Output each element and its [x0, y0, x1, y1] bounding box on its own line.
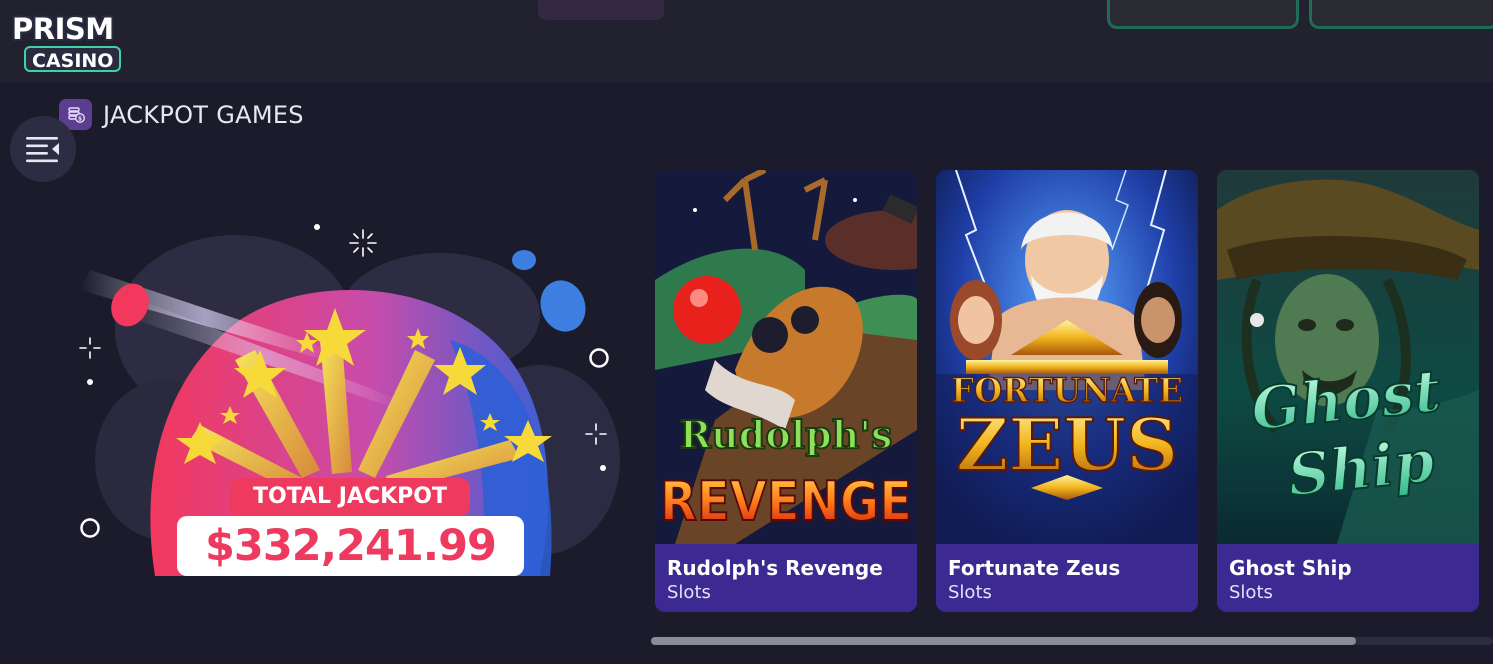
- game-card-rudolphs-revenge[interactable]: Rudolph's REVENGE Rudolph's Revenge Slot…: [655, 170, 917, 612]
- menu-collapse-icon: [26, 137, 59, 163]
- game-thumbnail[interactable]: Ghost Ship: [1217, 170, 1479, 544]
- game-art-title-line2: ZEUS: [956, 402, 1178, 487]
- game-card-info[interactable]: Rudolph's Revenge Slots: [655, 544, 917, 612]
- game-card-ghost-ship[interactable]: Ghost Ship Ghost Ship Slots: [1217, 170, 1479, 612]
- game-card-info[interactable]: Ghost Ship Slots: [1217, 544, 1479, 612]
- game-card-info[interactable]: Fortunate Zeus Slots: [936, 544, 1198, 612]
- game-category: Slots: [667, 582, 711, 603]
- game-art-title-line1: Rudolph's: [680, 412, 893, 457]
- game-art-title-line2: REVENGE: [660, 470, 912, 533]
- logo-text-prism: PRISM: [12, 12, 114, 46]
- logo-text-casino: CASINO: [24, 46, 122, 72]
- game-thumbnail[interactable]: Rudolph's REVENGE: [655, 170, 917, 544]
- svg-text:$: $: [77, 115, 81, 122]
- game-card-fortunate-zeus[interactable]: FORTUNATE ZEUS Fortunate Zeus Slots: [936, 170, 1198, 612]
- header-button-faded[interactable]: [538, 0, 664, 20]
- game-thumbnail[interactable]: FORTUNATE ZEUS: [936, 170, 1198, 544]
- header-button-1[interactable]: [1107, 0, 1299, 29]
- menu-toggle-button[interactable]: [10, 116, 76, 182]
- header-button-2[interactable]: [1309, 0, 1493, 29]
- game-category: Slots: [948, 582, 992, 603]
- top-bar: PRISM CASINO: [0, 0, 1493, 82]
- game-title: Ghost Ship: [1229, 556, 1352, 580]
- game-category: Slots: [1229, 582, 1273, 603]
- section-title: JACKPOT GAMES: [103, 101, 304, 129]
- game-title: Fortunate Zeus: [948, 556, 1121, 580]
- prism-casino-logo[interactable]: PRISM CASINO: [8, 8, 138, 72]
- total-jackpot-label: TOTAL JACKPOT: [230, 478, 470, 516]
- game-title: Rudolph's Revenge: [667, 556, 883, 580]
- total-jackpot-amount: $332,241.99: [177, 516, 524, 576]
- carousel-scrollbar-thumb[interactable]: [651, 637, 1356, 645]
